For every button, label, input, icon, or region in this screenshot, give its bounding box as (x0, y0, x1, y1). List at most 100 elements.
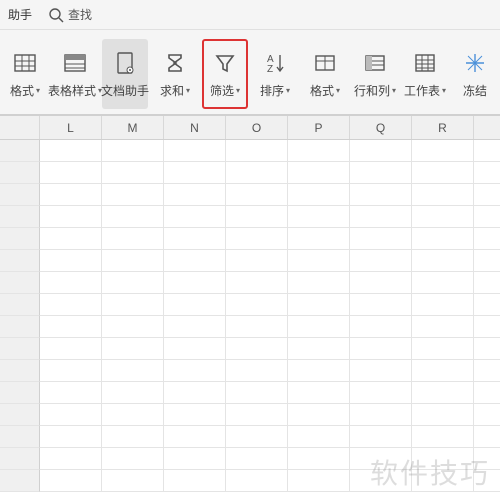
cell[interactable] (226, 272, 288, 294)
row-header[interactable] (0, 184, 40, 206)
cell[interactable] (226, 360, 288, 382)
cell[interactable] (288, 140, 350, 162)
cell[interactable] (102, 250, 164, 272)
cell[interactable] (412, 382, 474, 404)
cell[interactable] (226, 338, 288, 360)
cell[interactable] (474, 316, 500, 338)
cell[interactable] (350, 272, 412, 294)
cell[interactable] (350, 448, 412, 470)
corner-header[interactable] (0, 116, 40, 139)
cell[interactable] (164, 140, 226, 162)
cell[interactable] (40, 316, 102, 338)
cell[interactable] (412, 470, 474, 492)
cell[interactable] (474, 228, 500, 250)
cell[interactable] (40, 470, 102, 492)
cell[interactable] (288, 184, 350, 206)
cell[interactable] (288, 338, 350, 360)
column-header[interactable]: N (164, 116, 226, 139)
cell[interactable] (350, 140, 412, 162)
cell[interactable] (40, 206, 102, 228)
cell[interactable] (412, 294, 474, 316)
cell[interactable] (40, 448, 102, 470)
column-header[interactable]: P (288, 116, 350, 139)
cell[interactable] (102, 382, 164, 404)
ribbon-filter-button[interactable]: 筛选▾ (202, 39, 248, 109)
cell[interactable] (288, 206, 350, 228)
row-header[interactable] (0, 426, 40, 448)
cell[interactable] (164, 294, 226, 316)
cell[interactable] (226, 448, 288, 470)
cell[interactable] (226, 162, 288, 184)
cell[interactable] (412, 338, 474, 360)
search-button[interactable]: 查找 (48, 6, 92, 23)
ribbon-doc-assistant-button[interactable]: 文档助手 (102, 39, 148, 109)
cell[interactable] (40, 140, 102, 162)
cell[interactable] (474, 206, 500, 228)
cell[interactable] (288, 250, 350, 272)
cell[interactable] (164, 360, 226, 382)
row-header[interactable] (0, 382, 40, 404)
column-header[interactable] (474, 116, 500, 139)
row-header[interactable] (0, 272, 40, 294)
row-header[interactable] (0, 140, 40, 162)
cell[interactable] (164, 228, 226, 250)
cell[interactable] (164, 206, 226, 228)
cell[interactable] (288, 162, 350, 184)
cell[interactable] (412, 426, 474, 448)
cell[interactable] (102, 448, 164, 470)
cell[interactable] (412, 228, 474, 250)
cell[interactable] (40, 426, 102, 448)
row-header[interactable] (0, 448, 40, 470)
cell[interactable] (288, 426, 350, 448)
cell[interactable] (350, 404, 412, 426)
cell[interactable] (226, 228, 288, 250)
cell[interactable] (474, 404, 500, 426)
cell[interactable] (40, 250, 102, 272)
cell[interactable] (288, 360, 350, 382)
ribbon-sort-button[interactable]: AZ排序▾ (252, 39, 298, 109)
cell[interactable] (474, 294, 500, 316)
cell[interactable] (412, 206, 474, 228)
cell[interactable] (102, 272, 164, 294)
cell[interactable] (474, 426, 500, 448)
cell[interactable] (164, 470, 226, 492)
cell[interactable] (102, 404, 164, 426)
row-header[interactable] (0, 162, 40, 184)
cell[interactable] (164, 250, 226, 272)
cell[interactable] (288, 294, 350, 316)
cell[interactable] (474, 272, 500, 294)
cell[interactable] (350, 382, 412, 404)
cell[interactable] (40, 404, 102, 426)
cell[interactable] (474, 382, 500, 404)
row-header[interactable] (0, 360, 40, 382)
row-header[interactable] (0, 338, 40, 360)
cell[interactable] (102, 338, 164, 360)
cell[interactable] (102, 162, 164, 184)
cell[interactable] (102, 184, 164, 206)
cell[interactable] (412, 272, 474, 294)
cell[interactable] (102, 316, 164, 338)
cell[interactable] (102, 206, 164, 228)
cell[interactable] (102, 140, 164, 162)
ribbon-worksheet-button[interactable]: 工作表▾ (402, 39, 448, 109)
cell[interactable] (102, 426, 164, 448)
cell[interactable] (226, 140, 288, 162)
cell[interactable] (474, 184, 500, 206)
cell[interactable] (350, 316, 412, 338)
column-header[interactable]: R (412, 116, 474, 139)
cell[interactable] (288, 382, 350, 404)
cell[interactable] (288, 316, 350, 338)
cell[interactable] (474, 162, 500, 184)
cell[interactable] (412, 404, 474, 426)
cell[interactable] (164, 382, 226, 404)
cell[interactable] (350, 470, 412, 492)
cell[interactable] (164, 184, 226, 206)
cell[interactable] (474, 338, 500, 360)
cell[interactable] (412, 140, 474, 162)
cell[interactable] (164, 426, 226, 448)
cell[interactable] (226, 206, 288, 228)
cell[interactable] (350, 294, 412, 316)
cell[interactable] (474, 470, 500, 492)
cell[interactable] (350, 360, 412, 382)
cell[interactable] (474, 250, 500, 272)
